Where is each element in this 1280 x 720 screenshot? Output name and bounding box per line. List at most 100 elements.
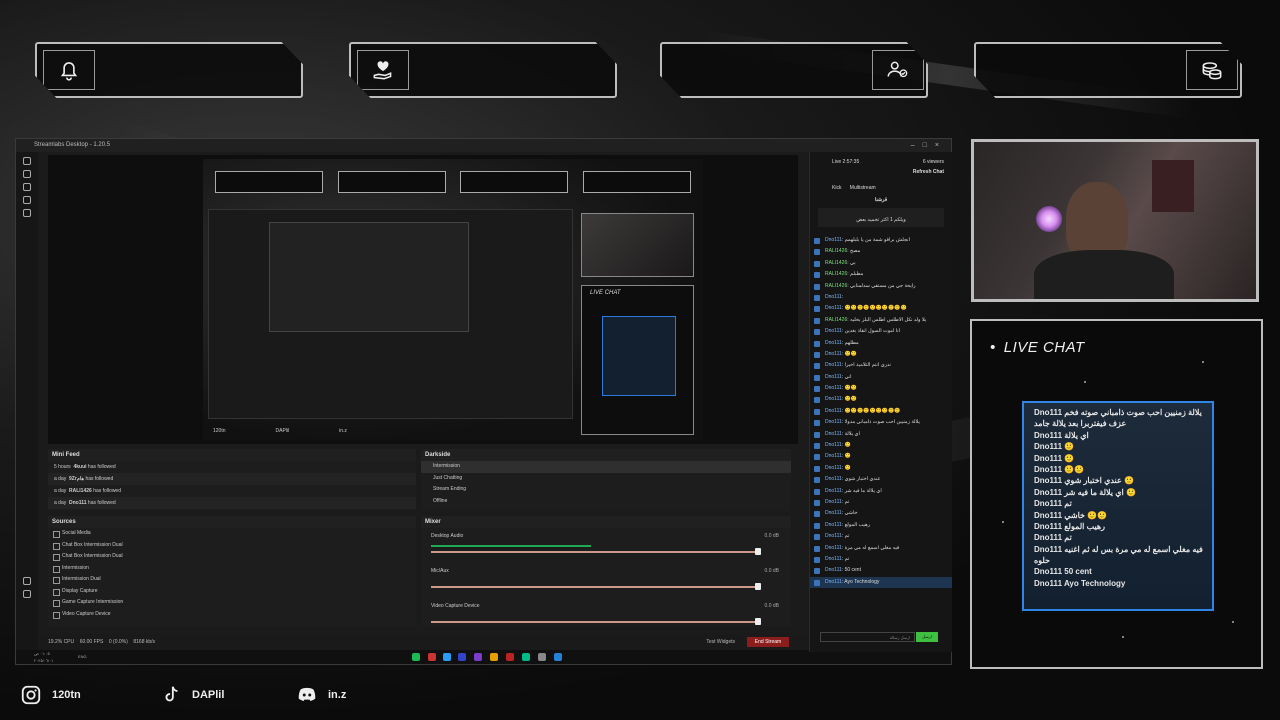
app-icon[interactable]: [554, 653, 562, 661]
chat-username[interactable]: Dno111: [825, 476, 842, 482]
fader-knob[interactable]: [755, 583, 761, 590]
taskbar-language[interactable]: ENG: [78, 650, 87, 664]
chat-username[interactable]: Dno111: [825, 510, 842, 516]
chat-message-list[interactable]: Dno111: انجلش برافو شمة من يا بلبلهمم RA…: [810, 235, 952, 589]
app-icon[interactable]: [506, 653, 514, 661]
chat-username[interactable]: Dno111: [825, 556, 842, 562]
chat-username[interactable]: RALI1426: [825, 317, 847, 323]
themes-icon[interactable]: [23, 183, 31, 191]
source-item[interactable]: Display Capture: [48, 586, 416, 598]
live-chat-panel: LIVE CHAT Dno111 يلالة زمنيين احب صوت ذا…: [970, 319, 1263, 669]
chat-username[interactable]: Dno111: [825, 419, 842, 425]
preview-chat-title: LIVE CHAT: [590, 290, 621, 296]
volume-fader[interactable]: [431, 551, 761, 553]
source-item[interactable]: Game Capture Intermission: [48, 597, 416, 609]
chat-message: Dno111: تم: [810, 531, 952, 542]
source-item[interactable]: Chat Box Intermission Dual: [48, 540, 416, 552]
social-discord: in.z: [296, 684, 346, 706]
chat-username[interactable]: Dno111: [825, 374, 842, 380]
app-icon[interactable]: [474, 653, 482, 661]
chat-username[interactable]: Dno111: [825, 465, 842, 471]
source-item[interactable]: Intermission: [48, 563, 416, 575]
refresh-chat-button[interactable]: Refresh Chat: [810, 165, 952, 175]
chat-username[interactable]: Dno111: [825, 237, 842, 243]
feed-time: a day: [54, 500, 67, 506]
end-stream-button[interactable]: End Stream: [747, 637, 789, 647]
feed-item[interactable]: a day 9Zrهام has followed: [48, 473, 416, 485]
chat-username[interactable]: RALI1426: [825, 260, 847, 266]
preview-socials: 120tn DAPlil in.z: [213, 428, 347, 434]
chat-text: بي: [850, 259, 856, 266]
app-icon[interactable]: [428, 653, 436, 661]
app-icon[interactable]: [458, 653, 466, 661]
source-item[interactable]: Video Capture Device: [48, 609, 416, 621]
apps-icon[interactable]: [23, 209, 31, 217]
chat-username[interactable]: Dno111: [825, 328, 842, 334]
mixer-dock: Mixer Desktop Audio 0.0 dB Mic/Aux 0.0 d…: [421, 516, 791, 626]
source-item[interactable]: Social Media: [48, 528, 416, 540]
chat-username[interactable]: Dno111: [825, 408, 842, 414]
chat-text: 🙂🙂🙂🙂🙂🙂🙂🙂🙂🙂: [844, 305, 907, 312]
chat-username[interactable]: Dno111: [825, 579, 842, 585]
chat-username[interactable]: RALI1426: [825, 283, 847, 289]
chat-username[interactable]: Dno111: [825, 533, 842, 539]
chat-send-button[interactable]: ارسل: [916, 632, 938, 642]
live-chat-text: تم: [1064, 499, 1072, 509]
fader-knob[interactable]: [755, 618, 761, 625]
live-chat-text: عزف فيفتربرا بعد يلالة جامد: [1034, 419, 1127, 429]
spotify-icon[interactable]: [412, 653, 420, 661]
tab-kick[interactable]: Kick: [832, 185, 841, 191]
chat-username[interactable]: Dno111: [825, 340, 842, 346]
chat-username[interactable]: RALI1426: [825, 271, 847, 277]
chat-username[interactable]: Dno111: [825, 351, 842, 357]
live-chat-user: Dno111: [1034, 408, 1063, 417]
chat-input[interactable]: ارسل رسالة: [820, 632, 915, 642]
app-icon[interactable]: [443, 653, 451, 661]
chat-username[interactable]: Dno111: [825, 294, 842, 300]
chat-username[interactable]: RALI1426: [825, 248, 847, 254]
scene-collection-title[interactable]: Darkside: [421, 449, 791, 461]
chat-username[interactable]: Dno111: [825, 442, 842, 448]
tab-multistream[interactable]: Multistream: [850, 185, 876, 191]
chat-username[interactable]: Dno111: [825, 522, 842, 528]
scene-item[interactable]: Stream Ending: [421, 484, 791, 496]
chat-username[interactable]: Dno111: [825, 362, 842, 368]
chat-channel-name: قرشنا: [874, 197, 888, 203]
live-chat-user: Dno111: [1034, 476, 1063, 486]
chat-username[interactable]: Dno111: [825, 453, 842, 459]
feed-item[interactable]: a day Dno111 has followed: [48, 497, 416, 509]
chat-username[interactable]: Dno111: [825, 567, 842, 573]
test-widgets-button[interactable]: Test Widgets: [706, 634, 735, 650]
chat-username[interactable]: Dno111: [825, 385, 842, 391]
feed-item[interactable]: 5 hours 4kuui has followed: [48, 461, 416, 473]
chat-username[interactable]: Dno111: [825, 488, 842, 494]
volume-fader[interactable]: [431, 621, 761, 623]
viewer-count: 6 viewers: [922, 159, 944, 165]
chat-username[interactable]: Dno111: [825, 545, 842, 551]
app-icon[interactable]: [538, 653, 546, 661]
preview-social-handle: in.z: [339, 428, 347, 434]
chat-username[interactable]: Dno111: [825, 396, 842, 402]
dashboard-icon[interactable]: [23, 157, 31, 165]
folder-icon[interactable]: [490, 653, 498, 661]
settings-icon[interactable]: [23, 577, 31, 585]
chat-username[interactable]: Dno111: [825, 305, 842, 311]
editor-icon[interactable]: [23, 170, 31, 178]
chat-username[interactable]: Dno111: [825, 431, 842, 437]
scene-item[interactable]: Intermission: [421, 461, 791, 473]
source-item[interactable]: Chat Box Intermission Dual: [48, 551, 416, 563]
volume-fader[interactable]: [431, 586, 761, 588]
chat-username[interactable]: Dno111: [825, 499, 842, 505]
scene-item[interactable]: Offline: [421, 496, 791, 508]
feed-time: 5 hours: [54, 464, 71, 470]
scene-preview[interactable]: LIVE CHAT 120tn DAPlil in.z: [48, 155, 798, 444]
live-chat-title: LIVE CHAT: [990, 339, 1085, 356]
profile-icon[interactable]: [23, 590, 31, 598]
window-controls[interactable]: –□×: [911, 139, 947, 152]
alertbox-icon[interactable]: [23, 196, 31, 204]
feed-item[interactable]: a day RALI1426 has followed: [48, 485, 416, 497]
source-item[interactable]: Intermission Dual: [48, 574, 416, 586]
fader-knob[interactable]: [755, 548, 761, 555]
scene-item[interactable]: Just Chatting: [421, 473, 791, 485]
app-icon[interactable]: [522, 653, 530, 661]
